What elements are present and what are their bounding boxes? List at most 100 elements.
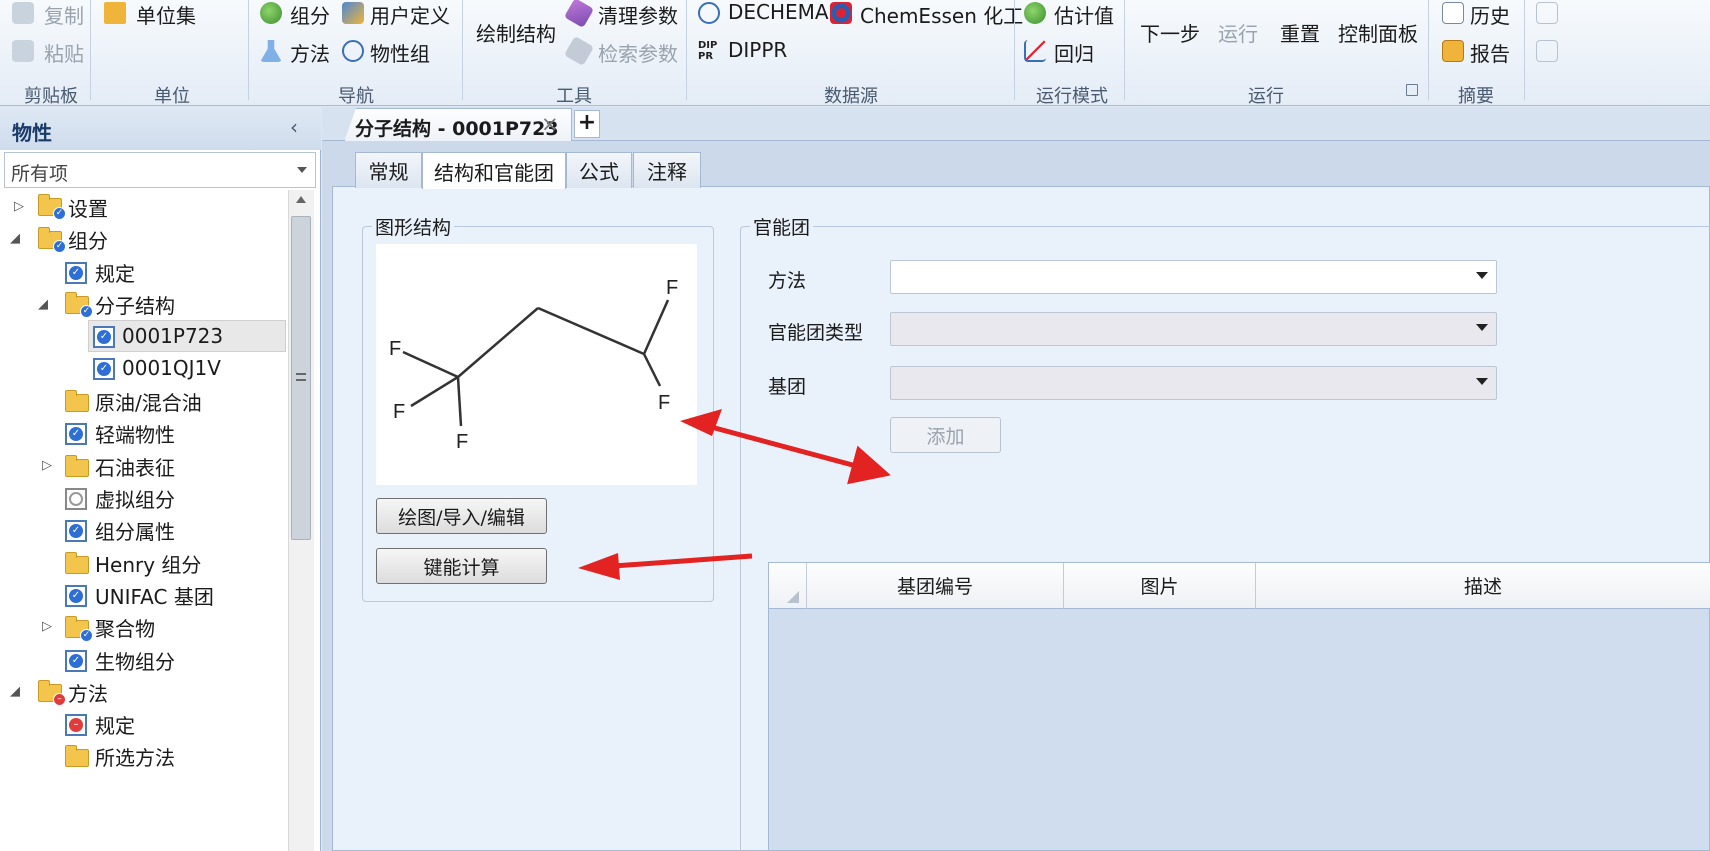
folder-icon: [65, 552, 89, 574]
tree-item-biocomponents[interactable]: 生物组分: [95, 645, 175, 675]
methods-nav-button[interactable]: 方法: [290, 38, 330, 67]
collapse-icon[interactable]: ◢: [38, 298, 50, 312]
tab-comments[interactable]: 注释: [633, 152, 701, 188]
tab-structure-functional-group[interactable]: 结构和官能团: [422, 152, 566, 189]
tree-item-pseudocomponents[interactable]: 虚拟组分: [95, 483, 175, 513]
expand-icon[interactable]: ▷: [42, 620, 54, 634]
chemessen-button[interactable]: ChemEssen 化工: [860, 0, 1023, 29]
tree-item-0001qj1v[interactable]: 0001QJ1V: [122, 353, 221, 383]
components-icon: [260, 2, 282, 24]
unit-set-button[interactable]: 单位集: [136, 0, 196, 29]
clean-params-icon: [563, 0, 595, 29]
draw-import-edit-button[interactable]: 绘图/导入/编辑: [376, 498, 547, 534]
group-select[interactable]: [890, 366, 1497, 400]
grid-corner[interactable]: [769, 563, 807, 609]
next-button[interactable]: 下一步: [1140, 18, 1200, 47]
tree-item-setup[interactable]: 设置: [68, 192, 108, 222]
reset-button[interactable]: 重置: [1280, 18, 1320, 47]
clean-params-button[interactable]: 清理参数: [598, 0, 678, 29]
check-icon: ✓: [53, 207, 66, 220]
tree-item-components[interactable]: 组分: [68, 224, 108, 254]
pane-title: 物性: [12, 121, 52, 145]
folder-icon: ✓: [65, 616, 93, 642]
add-group-button[interactable]: 添加: [890, 417, 1001, 453]
tree-item-specifications[interactable]: 规定: [95, 257, 135, 287]
atom-label: F: [666, 277, 678, 299]
tree-item-component-attributes[interactable]: 组分属性: [95, 515, 175, 545]
ribbon-separator: [1014, 0, 1015, 100]
ribbon-separator: [686, 0, 687, 100]
components-nav-button[interactable]: 组分: [290, 0, 330, 29]
group-label: 基团: [768, 376, 807, 398]
method-label: 方法: [768, 270, 807, 292]
expand-icon[interactable]: ▷: [14, 200, 26, 214]
ribbon-separator: [462, 0, 463, 100]
tree-item-selected-methods[interactable]: 所选方法: [95, 741, 175, 771]
copy-button[interactable]: 复制: [44, 0, 84, 29]
ribbon-separator: [1428, 0, 1429, 100]
check-icon: ✓: [80, 629, 93, 642]
paste-button[interactable]: 粘贴: [44, 38, 84, 67]
ribbon: 复制 粘贴 剪贴板 单位集 单位 组分 用户定义 方法 物性组 导航 绘制结构 …: [0, 0, 1710, 107]
tree-item-henry-comps[interactable]: Henry 组分: [95, 548, 201, 578]
functional-group-title: 官能团: [750, 213, 814, 240]
tree-scrollbar[interactable]: [288, 190, 314, 851]
tree-item-0001p723[interactable]: 0001P723: [122, 321, 223, 351]
paste-icon: [12, 40, 34, 62]
tree-item-methods[interactable]: 方法: [68, 677, 108, 707]
bond-energy-button[interactable]: 键能计算: [376, 548, 547, 584]
tab-formula[interactable]: 公式: [566, 152, 632, 188]
document-tab[interactable]: 分子结构 - 0001P723 ×: [344, 108, 572, 142]
tab-general[interactable]: 常规: [355, 152, 422, 188]
folder-icon: [65, 455, 89, 477]
bond: [456, 376, 463, 427]
history-button[interactable]: 历史: [1470, 0, 1510, 29]
method-select[interactable]: [890, 260, 1497, 294]
tree-item-petro-characterization[interactable]: 石油表征: [95, 451, 175, 481]
filter-dropdown[interactable]: 所有项: [4, 152, 316, 188]
column-header-group-number[interactable]: 基团编号: [807, 563, 1064, 609]
control-panel-button[interactable]: 控制面板: [1338, 18, 1418, 47]
bond: [642, 353, 662, 387]
expand-icon[interactable]: ▷: [42, 459, 54, 473]
form-icon: ✓: [65, 585, 87, 607]
scroll-thumb[interactable]: [291, 216, 311, 540]
tree-item-molecular-structure[interactable]: 分子结构: [95, 289, 175, 319]
tree-item-assays[interactable]: 原油/混合油: [95, 386, 202, 416]
chevron-down-icon: [297, 167, 307, 173]
tree-item-unifac-groups[interactable]: UNIFAC 基团: [95, 580, 214, 610]
report-button[interactable]: 报告: [1470, 38, 1510, 67]
draw-structure-button[interactable]: 绘制结构: [476, 18, 556, 47]
dechema-button[interactable]: DECHEMA: [728, 0, 829, 24]
retrieve-params-button[interactable]: 检索参数: [598, 38, 678, 67]
column-header-image[interactable]: 图片: [1064, 563, 1256, 609]
add-tab-button[interactable]: +: [574, 110, 600, 138]
ribbon-separator: [1524, 0, 1525, 100]
group-type-select[interactable]: [890, 312, 1497, 346]
prop-sets-button[interactable]: 物性组: [370, 38, 430, 67]
close-tab-icon[interactable]: ×: [541, 112, 559, 136]
dippr-button[interactable]: DIPPR: [728, 38, 787, 62]
structure-canvas[interactable]: F F F F F: [376, 244, 697, 485]
error-icon: –: [53, 693, 66, 706]
estimate-button[interactable]: 估计值: [1054, 0, 1114, 29]
chevron-down-icon: [1476, 324, 1488, 331]
run-mode-group-label: 运行模式: [1036, 86, 1108, 107]
ribbon-separator: [1124, 0, 1125, 100]
run-button[interactable]: 运行: [1218, 18, 1258, 47]
user-defined-button[interactable]: 用户定义: [370, 0, 450, 29]
column-header-description[interactable]: 描述: [1256, 563, 1710, 609]
bond: [410, 375, 459, 408]
scroll-up-icon[interactable]: [296, 196, 306, 203]
collapse-pane-icon[interactable]: ‹: [290, 115, 298, 139]
bond: [402, 350, 459, 379]
collapse-icon[interactable]: ◢: [10, 232, 22, 246]
tree-item-methods-specifications[interactable]: 规定: [95, 709, 135, 739]
collapse-icon[interactable]: ◢: [10, 685, 22, 699]
dialog-launcher-icon[interactable]: [1406, 84, 1418, 96]
molecule-drawing: F F F F F: [389, 277, 678, 453]
folder-open-icon: ✓: [38, 227, 66, 253]
tree-item-light-ends[interactable]: 轻端物性: [95, 418, 175, 448]
regression-button[interactable]: 回归: [1054, 38, 1094, 67]
tree-item-polymers[interactable]: 聚合物: [95, 612, 155, 642]
